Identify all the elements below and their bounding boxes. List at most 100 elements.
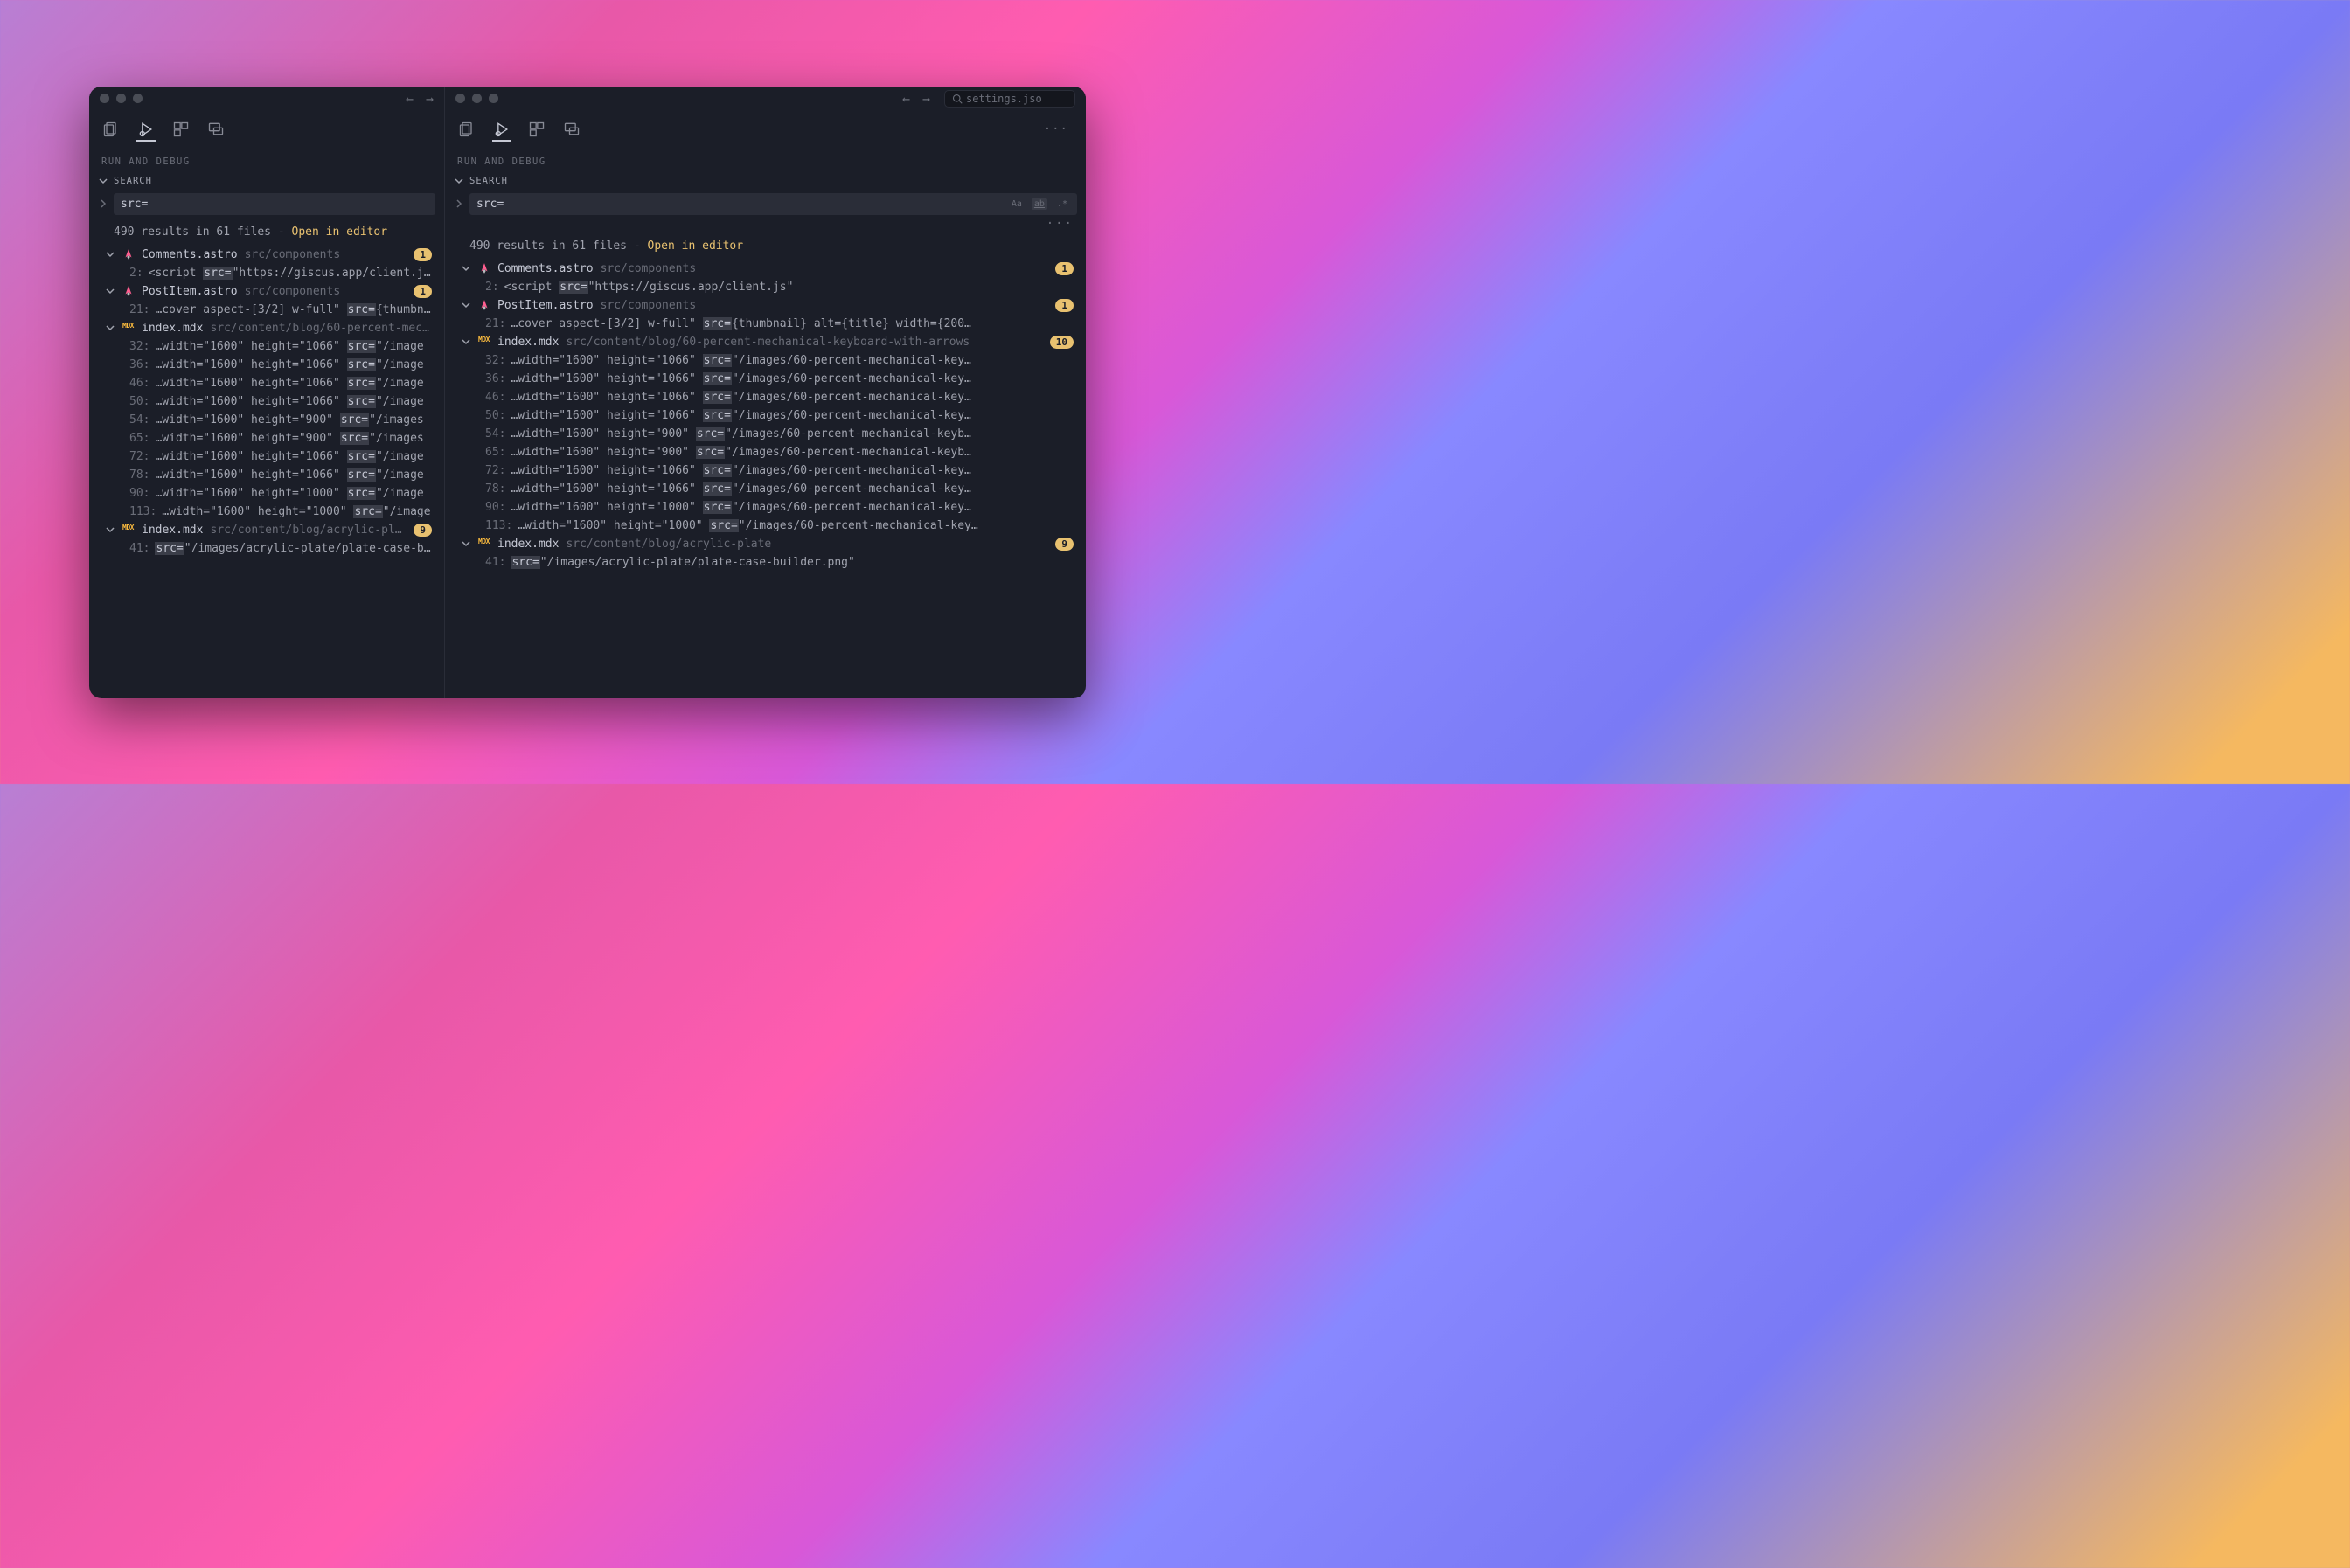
file-group-header[interactable]: MDXindex.mdx src/content/blog/acrylic-pl… (445, 535, 1086, 553)
minimize-dot[interactable] (472, 94, 482, 103)
search-result-line[interactable]: 65:…width="1600" height="900" src="/imag… (445, 443, 1086, 461)
titlebar: ← → (89, 87, 444, 111)
search-expand-icon[interactable] (454, 198, 464, 209)
extensions-icon[interactable] (527, 120, 546, 139)
search-result-line[interactable]: 46: …width="1600" height="1066" src="/ima… (445, 388, 1086, 406)
minimize-dot[interactable] (116, 94, 126, 103)
search-input[interactable]: src= Aa ab .* (469, 193, 1077, 215)
line-text: …width="1600" height="1066" src="/image (155, 358, 423, 371)
chat-icon[interactable] (562, 120, 581, 139)
search-result-line[interactable]: 2:<script src="https://giscus.app/client… (445, 278, 1086, 296)
file-group-header[interactable]: MDXindex.mdx src/content/blog/60-percent… (89, 319, 444, 337)
run-debug-icon[interactable] (492, 122, 511, 142)
search-result-line[interactable]: 113:…width="1600" height="1000" src="/im… (89, 503, 444, 521)
more-icon[interactable]: ··· (1044, 122, 1074, 136)
titlebar: ← → settings.jso (445, 87, 1086, 111)
line-number: 72: (485, 464, 505, 477)
search-result-line[interactable]: 50:…width="1600" height="1066" src="/ima… (445, 406, 1086, 425)
extensions-icon[interactable] (171, 120, 191, 139)
search-result-line[interactable]: 65:…width="1600" height="900" src="/imag… (89, 429, 444, 448)
toggle-details-icon[interactable]: ··· (445, 217, 1086, 231)
line-number: 90: (485, 501, 505, 514)
line-number: 54: (485, 427, 505, 441)
search-result-line[interactable]: 113:…width="1600" height="1000" src="/im… (445, 517, 1086, 535)
search-result-line[interactable]: 72:…width="1600" height="1066" src="/ima… (89, 448, 444, 466)
search-section-header[interactable]: SEARCH (89, 170, 444, 191)
run-debug-icon[interactable] (136, 122, 156, 142)
search-section-header[interactable]: SEARCH (445, 170, 1086, 191)
search-result-line[interactable]: 50:…width="1600" height="1066" src="/ima… (89, 392, 444, 411)
search-result-line[interactable]: 90:…width="1600" height="1000" src="/ima… (89, 484, 444, 503)
file-group-header[interactable]: PostItem.astro src/components1 (445, 296, 1086, 315)
line-number: 41: (485, 556, 505, 569)
search-result-line[interactable]: 36:…width="1600" height="1066" src="/ima… (445, 370, 1086, 388)
editor-window-right: ← → settings.jso ··· RUN AND DEBUG (444, 87, 1086, 698)
file-name: index.mdx (497, 336, 559, 349)
search-result-line[interactable]: 54:…width="1600" height="900" src="/imag… (89, 411, 444, 429)
file-name: index.mdx (142, 524, 203, 537)
line-text: <script src="https://giscus.app/client.j… (504, 281, 794, 294)
match-word-toggle[interactable]: ab (1032, 198, 1047, 210)
chevron-down-icon (461, 263, 471, 274)
close-dot[interactable] (455, 94, 465, 103)
nav-forward-icon[interactable]: → (426, 91, 434, 107)
search-result-line[interactable]: 72:…width="1600" height="1066" src="/ima… (445, 461, 1086, 480)
match-case-toggle[interactable]: Aa (1009, 198, 1025, 210)
open-in-editor-link[interactable]: Open in editor (648, 239, 744, 253)
file-group-header[interactable]: PostItem.astro src/components1 (89, 282, 444, 301)
nav-back-icon[interactable]: ← (902, 91, 910, 107)
search-result-line[interactable]: 32: …width="1600" height="1066" src="/ima… (89, 337, 444, 356)
chevron-down-icon (461, 538, 471, 549)
search-result-line[interactable]: 21:…cover aspect-[3/2] w-full" src={thum… (89, 301, 444, 319)
line-text: …width="1600" height="900" src="/images (155, 432, 423, 445)
explorer-icon[interactable] (457, 120, 476, 139)
explorer-icon[interactable] (101, 120, 121, 139)
file-group-header[interactable]: Comments.astro src/components1 (89, 246, 444, 264)
command-input[interactable]: settings.jso (944, 90, 1075, 108)
search-label: SEARCH (469, 176, 508, 186)
line-number: 78: (129, 468, 149, 482)
search-result-line[interactable]: 2:<script src="https://giscus.app/client… (89, 264, 444, 282)
line-number: 46: (485, 391, 505, 404)
search-result-line[interactable]: 41:src="/images/acrylic-plate/plate-case… (89, 539, 444, 558)
regex-toggle[interactable]: .* (1054, 198, 1070, 210)
results-list: Comments.astro src/components12:<script … (89, 246, 444, 558)
chat-icon[interactable] (206, 120, 226, 139)
file-path: src/components (245, 248, 341, 261)
match-count-badge: 9 (414, 524, 432, 537)
search-result-line[interactable]: 90:…width="1600" height="1000" src="/ima… (445, 498, 1086, 517)
file-path: src/components (601, 262, 697, 275)
line-text: …width="1600" height="1066" src="/image (155, 340, 423, 353)
search-query-text: src= (121, 198, 428, 211)
file-group-header[interactable]: Comments.astro src/components1 (445, 260, 1086, 278)
line-text: …width="1600" height="1066" src="/image (155, 468, 423, 482)
search-result-line[interactable]: 36:…width="1600" height="1066" src="/ima… (89, 356, 444, 374)
close-dot[interactable] (100, 94, 109, 103)
search-result-line[interactable]: 78:…width="1600" height="1066" src="/ima… (445, 480, 1086, 498)
file-group-header[interactable]: MDXindex.mdx src/content/blog/acrylic-pl… (89, 521, 444, 539)
search-result-line[interactable]: 32:…width="1600" height="1066" src="/ima… (445, 351, 1086, 370)
chevron-down-icon (105, 249, 115, 260)
search-result-line[interactable]: 41:src="/images/acrylic-plate/plate-case… (445, 553, 1086, 572)
search-result-line[interactable]: 78: …width="1600" height="1066" src="/ima… (89, 466, 444, 484)
search-result-line[interactable]: 21:…cover aspect-[3/2] w-full" src={thum… (445, 315, 1086, 333)
line-text: …width="1600" height="1000" src="/image (155, 487, 423, 500)
file-group-header[interactable]: MDXindex.mdx src/content/blog/60-percent… (445, 333, 1086, 351)
file-path: src/content/blog/acrylic-plate (210, 524, 407, 537)
search-input[interactable]: src= (114, 193, 435, 215)
search-result-line[interactable]: 54:…width="1600" height="900" src="/imag… (445, 425, 1086, 443)
maximize-dot[interactable] (489, 94, 498, 103)
nav-forward-icon[interactable]: → (922, 91, 930, 107)
line-number: 32: (129, 340, 149, 353)
open-in-editor-link[interactable]: Open in editor (292, 225, 388, 239)
file-name: index.mdx (497, 538, 559, 551)
search-expand-icon[interactable] (98, 198, 108, 209)
file-path: src/components (245, 285, 341, 298)
results-list: Comments.astro src/components12:<script … (445, 260, 1086, 572)
maximize-dot[interactable] (133, 94, 143, 103)
file-name: Comments.astro (142, 248, 238, 261)
line-text: …width="1600" height="1066" src="/images… (511, 391, 970, 404)
nav-back-icon[interactable]: ← (406, 91, 414, 107)
line-text: …width="1600" height="900" src="/images (155, 413, 423, 427)
search-result-line[interactable]: 46:…width="1600" height="1066" src="/ima… (89, 374, 444, 392)
